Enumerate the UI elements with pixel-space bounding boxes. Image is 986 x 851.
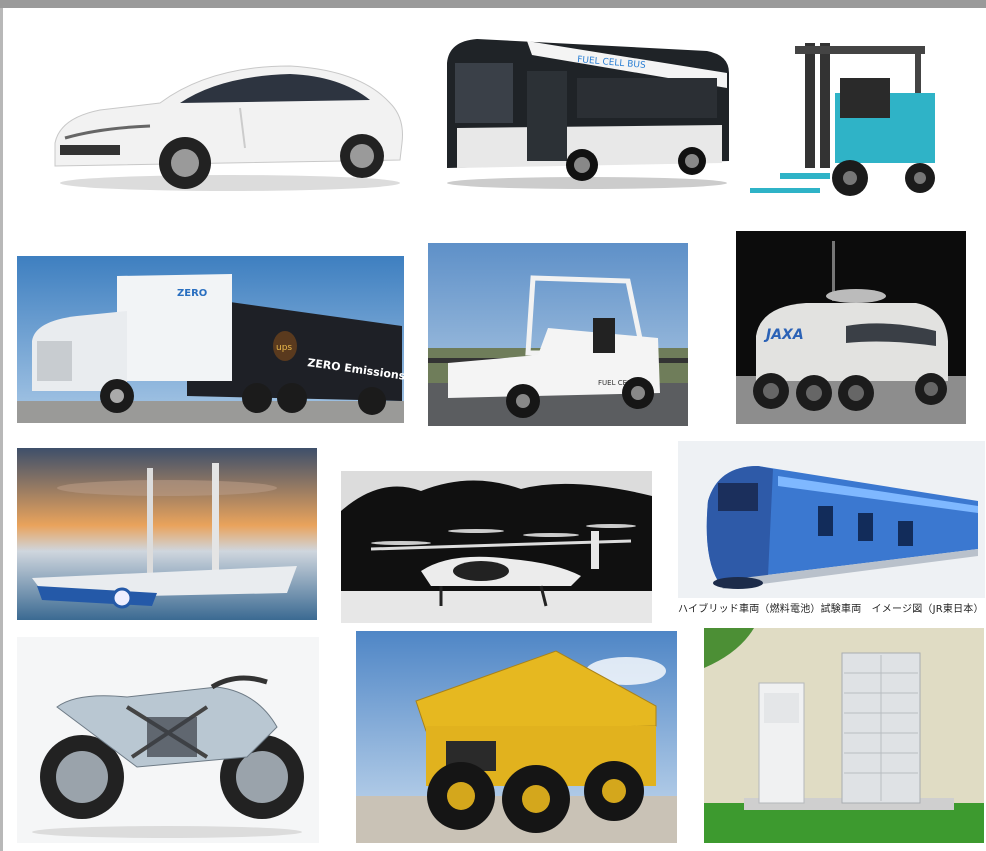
top-border xyxy=(0,0,986,8)
hydrogen-boat-image xyxy=(17,448,317,620)
truck-cab-label: ZERO xyxy=(177,288,207,299)
zero-emission-truck-image: ZERO Emissions Delivery ups ZERO xyxy=(17,256,404,423)
fuel-cell-car-image xyxy=(40,48,410,198)
evtol-aircraft-image xyxy=(341,471,652,623)
lunar-rover-image: JAXA xyxy=(736,231,966,424)
fuel-cell-train-image xyxy=(678,441,985,598)
home-fuel-cell-unit-image xyxy=(704,628,984,843)
left-border xyxy=(0,8,3,851)
mining-dump-truck-image xyxy=(356,631,677,843)
fuel-cell-tow-tractor-image: FUEL CELL xyxy=(428,243,688,426)
fuel-cell-bus-image: FUEL CELL BUS xyxy=(437,33,737,191)
fuel-cell-motorcycle-image xyxy=(17,637,319,843)
fuel-cell-forklift-image xyxy=(740,38,950,208)
rover-label: JAXA xyxy=(763,327,804,343)
train-caption: ハイブリッド車両（燃料電池）試験車両 イメージ図（JR東日本） xyxy=(678,604,984,615)
truck-logo-label: ups xyxy=(276,343,292,353)
